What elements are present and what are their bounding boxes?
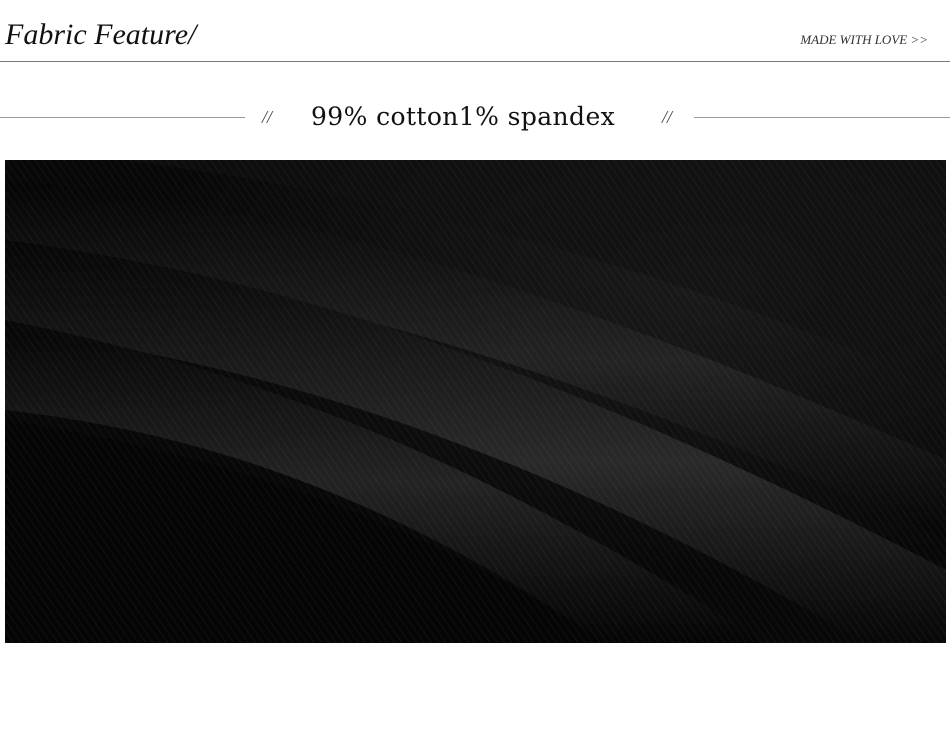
section-title: Fabric Feature/ (5, 18, 197, 51)
right-divider-line (694, 117, 950, 118)
page-header: Fabric Feature/ MADE WITH LOVE >> (0, 0, 950, 62)
fabric-composition-row: // 99% cotton1% spandex // (0, 98, 950, 138)
fabric-twill-texture (5, 160, 946, 643)
right-slash-ornament: // (662, 107, 673, 127)
fabric-composition-text: 99% cotton1% spandex (311, 102, 616, 131)
left-divider-line (0, 117, 245, 118)
fabric-closeup-image (5, 160, 946, 643)
made-with-love-link[interactable]: MADE WITH LOVE >> (800, 32, 928, 48)
left-slash-ornament: // (262, 107, 273, 127)
